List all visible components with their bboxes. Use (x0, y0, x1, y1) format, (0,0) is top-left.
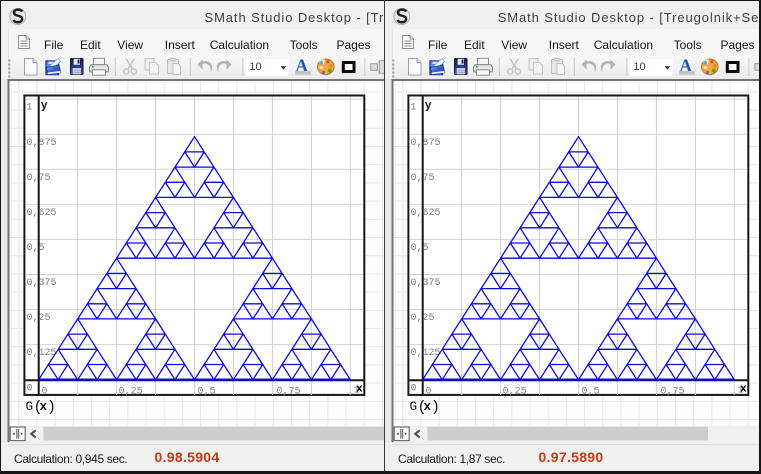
svg-text:0,25: 0,25 (119, 386, 143, 397)
svg-text:10: 10 (633, 61, 645, 73)
svg-text:0: 0 (425, 386, 431, 397)
svg-text:0,625: 0,625 (27, 208, 57, 219)
svg-text:x: x (740, 384, 747, 396)
svg-text:0,25: 0,25 (27, 313, 51, 324)
svg-text:G: G (410, 400, 418, 414)
svg-text:0,125: 0,125 (27, 348, 57, 359)
svg-text:0,875: 0,875 (27, 138, 57, 149)
svg-text:0,375: 0,375 (411, 278, 441, 289)
svg-text:0,5: 0,5 (411, 243, 429, 254)
svg-text:0,75: 0,75 (27, 173, 51, 184)
svg-text:0,5: 0,5 (582, 386, 600, 397)
svg-text:0: 0 (27, 383, 33, 394)
svg-text:y: y (41, 99, 48, 112)
svg-text:x: x (356, 384, 363, 396)
svg-text:0: 0 (41, 386, 47, 397)
svg-text:1: 1 (411, 103, 417, 114)
svg-text:G: G (26, 400, 34, 414)
svg-text:0,375: 0,375 (27, 278, 57, 289)
svg-text:0,25: 0,25 (411, 313, 435, 324)
svg-text:0,75: 0,75 (277, 386, 301, 397)
svg-text:0,625: 0,625 (411, 208, 441, 219)
svg-text:): ) (431, 399, 440, 416)
svg-text:1: 1 (27, 103, 33, 114)
svg-text:0: 0 (411, 383, 417, 394)
svg-text:0,25: 0,25 (503, 386, 527, 397)
svg-text:0,5: 0,5 (198, 386, 216, 397)
svg-text:0,5: 0,5 (27, 243, 45, 254)
svg-text:0,125: 0,125 (411, 348, 441, 359)
svg-text:0,75: 0,75 (661, 386, 685, 397)
svg-text:0,875: 0,875 (411, 138, 441, 149)
svg-text:y: y (425, 99, 432, 112)
svg-text:0,75: 0,75 (411, 173, 435, 184)
svg-text:10: 10 (249, 61, 261, 73)
svg-text:): ) (47, 399, 56, 416)
